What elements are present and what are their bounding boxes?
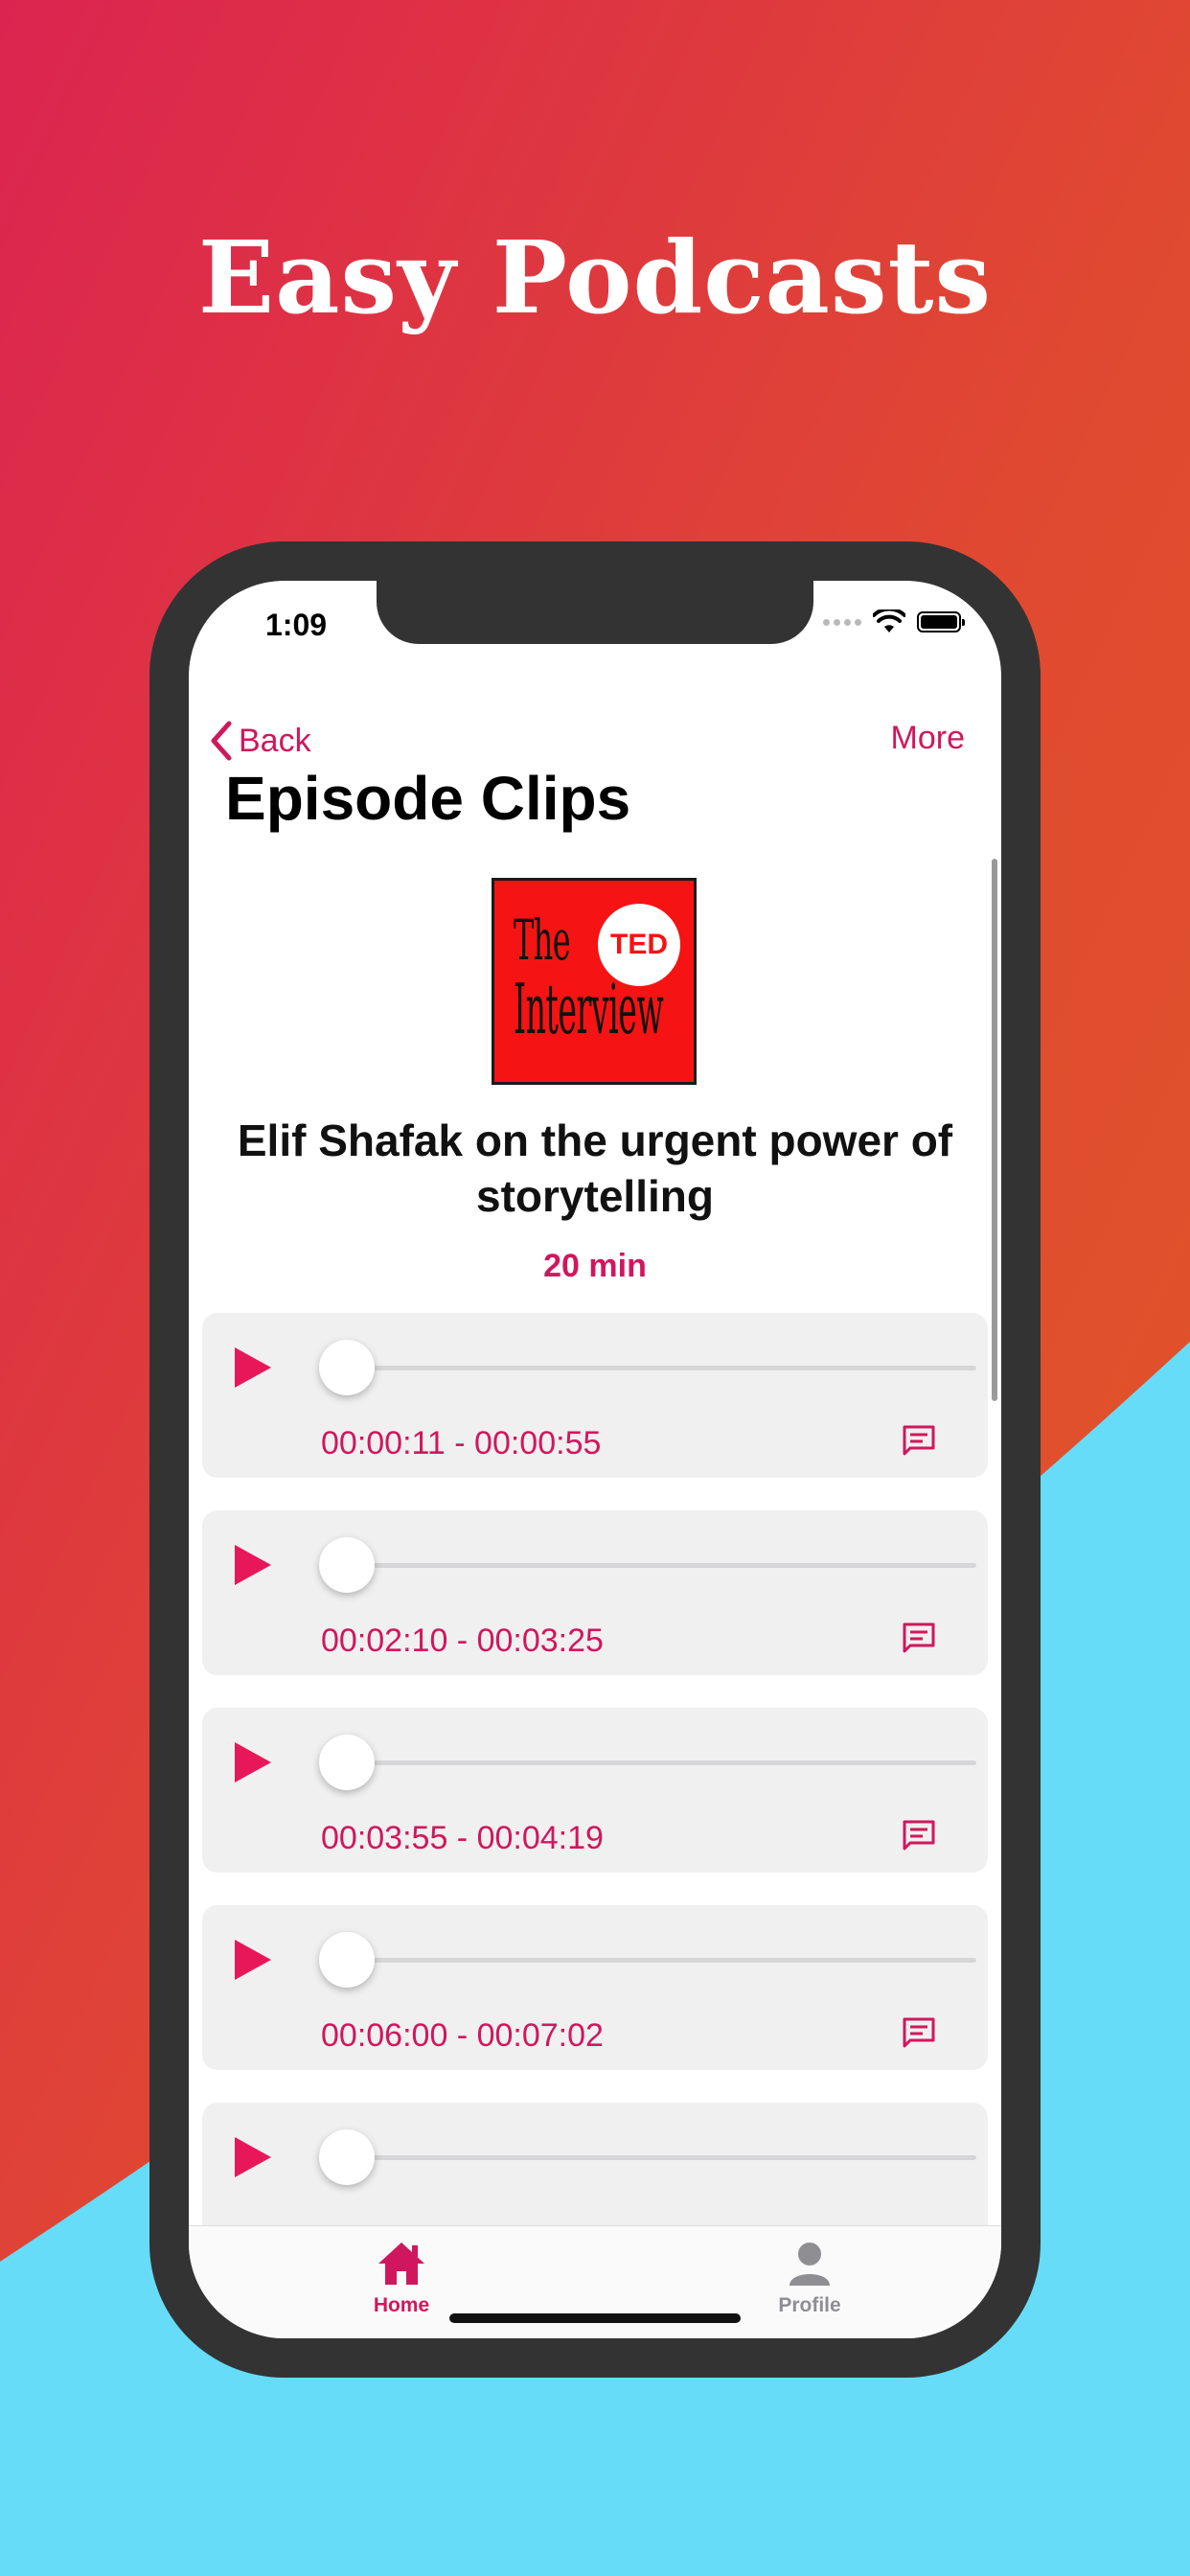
wifi-icon xyxy=(873,610,905,632)
comment-icon[interactable] xyxy=(902,1819,936,1852)
clip-slider-thumb[interactable] xyxy=(319,1932,375,1988)
clip-slider-track[interactable] xyxy=(327,1760,976,1765)
more-button[interactable]: More xyxy=(891,720,965,757)
scrollbar[interactable] xyxy=(992,859,997,1401)
clip-slider-thumb[interactable] xyxy=(319,1735,375,1790)
tab-home-label: Home xyxy=(373,2294,430,2316)
play-icon[interactable] xyxy=(235,1545,271,1585)
back-button[interactable]: Back xyxy=(208,720,311,762)
phone-frame: 1:09 Back More Episode Clips The TED Int… xyxy=(149,541,1041,2378)
play-icon[interactable] xyxy=(235,2137,271,2177)
cover-ted-text: TED xyxy=(610,929,668,960)
clip-slider-track[interactable] xyxy=(327,1366,976,1370)
clip-slider-track[interactable] xyxy=(327,2155,976,2160)
back-label: Back xyxy=(239,722,311,759)
clip-slider-track[interactable] xyxy=(327,1958,976,1963)
episode-duration: 20 min xyxy=(543,1248,647,1284)
clip-time-range: 00:00:11 - 00:00:55 xyxy=(321,1425,602,1461)
phone-screen: 1:09 Back More Episode Clips The TED Int… xyxy=(189,581,1001,2338)
clip-time-range: 00:03:55 - 00:04:19 xyxy=(321,1820,604,1856)
clip-row: 00:03:55 - 00:04:19 xyxy=(202,1708,988,1873)
clip-time-range: 00:06:00 - 00:07:02 xyxy=(321,2017,604,2054)
tab-profile-label: Profile xyxy=(778,2294,841,2316)
status-time: 1:09 xyxy=(265,608,328,642)
status-icons xyxy=(823,610,965,634)
home-indicator xyxy=(449,2313,741,2323)
comment-icon[interactable] xyxy=(902,2016,936,2049)
signal-icon xyxy=(823,618,861,626)
chevron-left-icon xyxy=(211,721,232,761)
play-icon[interactable] xyxy=(235,1940,271,1980)
battery-icon xyxy=(917,611,965,632)
play-icon[interactable] xyxy=(235,1742,271,1782)
tab-home[interactable]: Home xyxy=(334,2240,469,2317)
play-icon[interactable] xyxy=(235,1347,271,1388)
comment-icon[interactable] xyxy=(902,1622,936,1654)
podcast-cover: The TED Interview xyxy=(492,878,697,1085)
clip-row: 00:06:00 - 00:07:02 xyxy=(202,1905,988,2070)
comment-icon[interactable] xyxy=(902,1424,936,1457)
home-icon xyxy=(378,2242,424,2285)
app-headline: Easy Podcasts xyxy=(197,218,993,336)
notch xyxy=(377,581,813,644)
cover-the-text: The xyxy=(514,908,571,973)
clip-slider-thumb[interactable] xyxy=(319,1537,375,1593)
clip-list: 00:00:11 - 00:00:55 00:02:10 - 00:03:25 xyxy=(202,1313,988,2300)
episode-title: Elif Shafak on the urgent power of story… xyxy=(237,1116,953,1221)
clip-slider-thumb[interactable] xyxy=(319,2129,375,2185)
clip-slider-track[interactable] xyxy=(327,1563,976,1568)
cover-interview-text: Interview xyxy=(514,969,664,1049)
clip-time-range: 00:02:10 - 00:03:25 xyxy=(321,1622,604,1659)
clip-row: 00:02:10 - 00:03:25 xyxy=(202,1510,988,1675)
clip-row: 00:00:11 - 00:00:55 xyxy=(202,1313,988,1478)
clip-slider-thumb[interactable] xyxy=(319,1340,375,1395)
page-title: Episode Clips xyxy=(225,764,631,833)
tab-profile[interactable]: Profile xyxy=(743,2240,877,2317)
person-icon xyxy=(790,2242,830,2286)
